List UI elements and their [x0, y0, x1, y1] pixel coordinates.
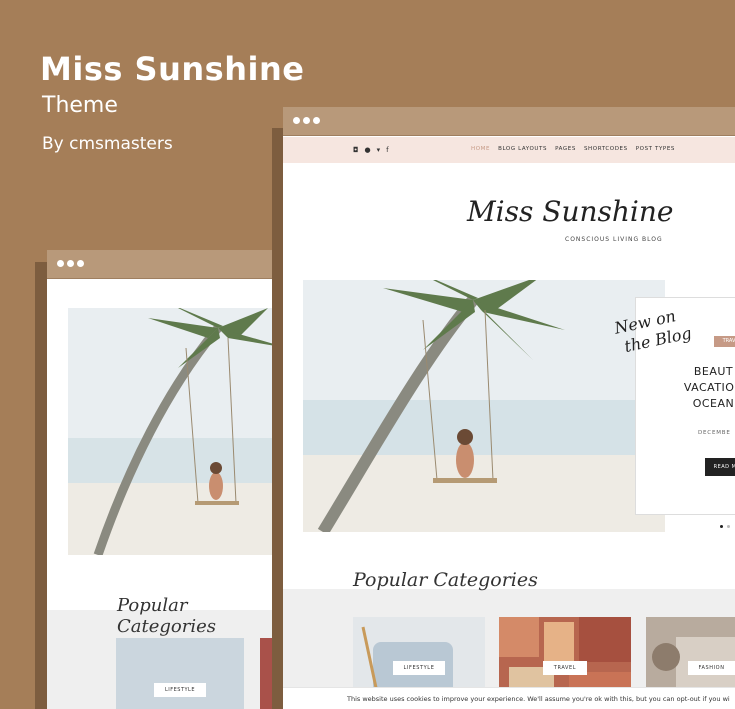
category-chip: LIFESTYLE: [393, 661, 445, 675]
beach-swing-photo: [68, 308, 287, 555]
twitter-icon[interactable]: ▾: [377, 146, 381, 154]
nav-item-post-types[interactable]: POST TYPES: [636, 146, 675, 152]
pager-dot[interactable]: [727, 525, 730, 528]
browser-window-right: ◘ ● ▾ f HOME BLOG LAYOUTS PAGES SHORTCOD…: [283, 107, 735, 709]
theme-subtitle: Theme: [42, 93, 118, 118]
post-headline[interactable]: BEAUT VACATION OCEAN: [666, 364, 735, 412]
category-chip: FASHION: [688, 661, 735, 675]
site-top-nav: ◘ ● ▾ f HOME BLOG LAYOUTS PAGES SHORTCOD…: [283, 137, 735, 163]
window-dots-icon: [293, 117, 320, 124]
cookie-notice: This website uses cookies to improve you…: [283, 687, 735, 709]
site-logo[interactable]: Miss Sunshine: [467, 195, 673, 228]
window-shadow-left: [35, 262, 47, 709]
nav-item-blog-layouts[interactable]: BLOG LAYOUTS: [498, 146, 547, 152]
category-card-lifestyle[interactable]: LIFESTYLE: [116, 638, 244, 709]
post-category-tag[interactable]: TRAV: [714, 336, 735, 347]
popular-categories-heading: Popular Categories: [353, 569, 538, 591]
pinterest-icon[interactable]: ●: [365, 146, 371, 154]
window-titlebar: [283, 107, 735, 136]
pager-dot-active[interactable]: [720, 525, 723, 528]
theme-title: Miss Sunshine: [40, 50, 305, 88]
category-chip: TRAVEL: [543, 661, 587, 675]
category-chip: LIFESTYLE: [154, 683, 206, 697]
slider-pager[interactable]: [720, 525, 730, 528]
window-dots-icon: [57, 260, 84, 267]
nav-item-home[interactable]: HOME: [471, 146, 490, 152]
window-shadow-right: [272, 128, 283, 709]
browser-window-left: Popular Categories LIFESTYLE: [47, 250, 287, 709]
instagram-icon[interactable]: ◘: [353, 146, 359, 154]
window-titlebar: [47, 250, 287, 279]
nav-item-pages[interactable]: PAGES: [555, 146, 576, 152]
nav-item-shortcodes[interactable]: SHORTCODES: [584, 146, 628, 152]
hero-beach-swing-photo: [303, 280, 665, 532]
main-menu: HOME BLOG LAYOUTS PAGES SHORTCODES POST …: [471, 146, 675, 152]
theme-byline: By cmsmasters: [42, 134, 173, 154]
facebook-icon[interactable]: f: [386, 146, 388, 154]
read-more-button[interactable]: READ M: [705, 458, 735, 476]
post-date: DECEMBE: [698, 430, 731, 436]
social-links: ◘ ● ▾ f: [353, 146, 389, 154]
site-tagline: CONSCIOUS LIVING BLOG: [565, 236, 663, 243]
popular-categories-heading: Popular Categories: [117, 595, 216, 637]
